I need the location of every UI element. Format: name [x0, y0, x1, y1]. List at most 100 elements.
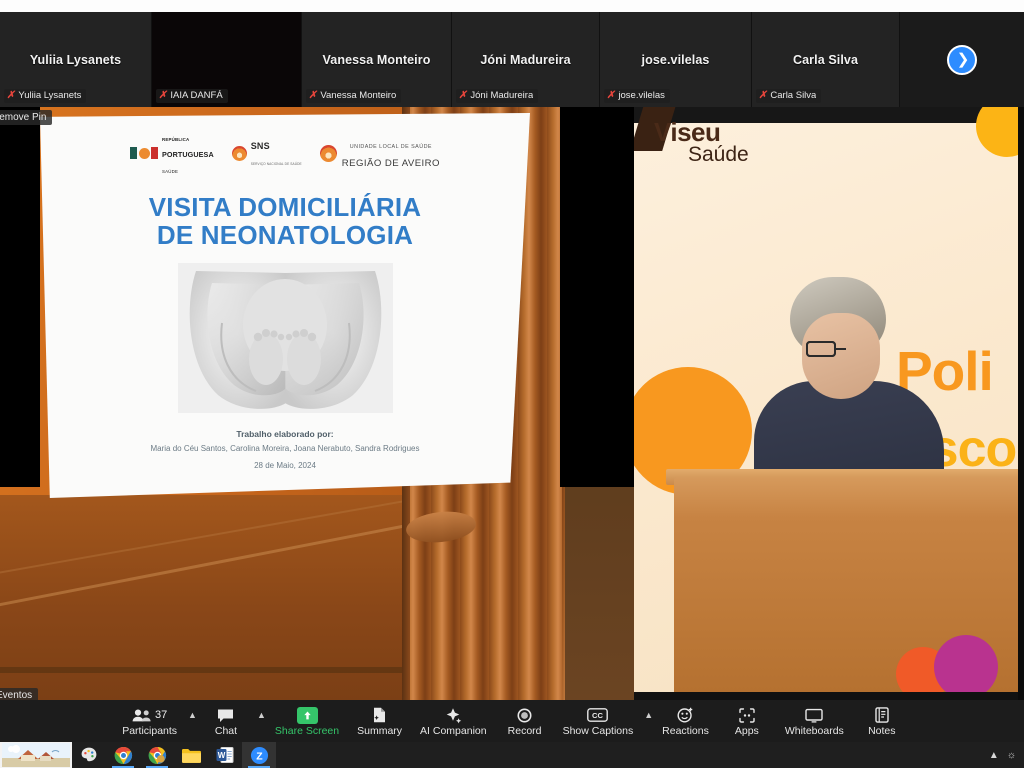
eventos-label[interactable]: Eventos — [0, 688, 39, 700]
zoom-meeting-window: Yuliia Lysanets ✗ Yuliia Lysanets ✗ IAIA… — [0, 0, 1024, 768]
participant-name-badge: ✗ IAIA DANFÁ — [156, 89, 228, 103]
captions-chevron-up-icon[interactable]: ▲ — [644, 710, 653, 720]
speaker-glasses-icon — [806, 341, 880, 357]
participant-badge-name: Yuliia Lysanets — [18, 90, 82, 101]
svg-text:W: W — [218, 751, 226, 760]
mic-muted-icon: ✗ — [757, 89, 769, 101]
apps-grid-glyph — [739, 708, 755, 723]
summary-button[interactable]: Summary — [348, 705, 411, 738]
apps-label: Apps — [734, 724, 759, 737]
participants-chevron-up-icon[interactable]: ▲ — [188, 710, 197, 720]
participant-name-badge: ✗ Yuliia Lysanets — [4, 89, 87, 103]
notebook-glyph — [875, 707, 889, 724]
participant-display-name: Vanessa Monteiro — [322, 52, 431, 67]
smiley-plus-glyph — [677, 708, 693, 723]
file-explorer-button[interactable] — [174, 742, 208, 768]
chrome-icon — [148, 746, 166, 764]
participant-display-name: Carla Silva — [792, 52, 859, 67]
word-app-button[interactable]: W — [208, 742, 242, 768]
apps-button[interactable]: Apps — [718, 705, 776, 738]
sns-flame-icon — [231, 145, 247, 161]
participant-tile[interactable]: ✗ IAIA DANFÁ — [152, 12, 302, 107]
chrome-app-2-button[interactable] — [140, 742, 174, 768]
chat-group: Chat ▲ — [197, 705, 266, 738]
participant-badge-name: IAIA DANFÁ — [170, 90, 223, 101]
record-label: Record — [507, 724, 542, 737]
chrome-icon — [114, 746, 132, 764]
participant-tile[interactable]: jose.vilelas ✗ jose.vilelas — [600, 12, 752, 107]
letterbox-left — [0, 107, 40, 487]
participants-button[interactable]: 37 Participants — [113, 705, 186, 738]
tray-icon[interactable]: ☼ — [1007, 750, 1016, 761]
slide-logo-row: REPÚBLICA PORTUGUESA SAÚDE SNS SERVIÇO N… — [64, 129, 506, 177]
show-hidden-icons-icon[interactable]: ▲ — [989, 750, 999, 761]
mic-muted-icon: ✗ — [5, 89, 17, 101]
record-button[interactable]: Record — [496, 705, 554, 738]
participant-badge-name: Jóni Madureira — [470, 90, 534, 101]
participant-badge-name: jose.vilelas — [618, 90, 665, 101]
participant-filmstrip: Yuliia Lysanets ✗ Yuliia Lysanets ✗ IAIA… — [0, 12, 1024, 107]
slide-title-line-1: VISITA DOMICILIÁRIA — [148, 192, 422, 222]
uls-flame-icon — [319, 144, 337, 162]
windows-taskbar: W Z ▲ ☼ — [0, 742, 1024, 768]
whiteboards-button[interactable]: Whiteboards — [776, 705, 853, 738]
hands-cradling-feet-illustration — [177, 263, 393, 414]
participant-tile[interactable]: Yuliia Lysanets ✗ Yuliia Lysanets — [0, 12, 152, 107]
chrome-app-button[interactable] — [106, 742, 140, 768]
participants-label: Participants — [122, 724, 178, 737]
participants-count: 37 — [154, 709, 168, 722]
chat-chevron-up-icon[interactable]: ▲ — [257, 710, 266, 720]
baby-feet-photo — [177, 263, 393, 414]
slide-title: VISITA DOMICILIÁRIA DE NEONATOLOGIA — [64, 193, 506, 249]
show-captions-button[interactable]: CC Show Captions — [554, 705, 643, 738]
participant-name-badge: ✗ jose.vilelas — [604, 89, 670, 103]
show-captions-label: Show Captions — [562, 724, 634, 737]
meeting-toolbar: 37 Participants ▲ Chat ▲ Share Screen Su… — [0, 700, 1024, 742]
participant-tile[interactable]: Jóni Madureira ✗ Jóni Madureira — [452, 12, 600, 107]
participant-badge-name: Carla Silva — [770, 90, 817, 101]
zoom-icon: Z — [250, 746, 268, 764]
participant-display-name: Jóni Madureira — [480, 52, 571, 67]
republica-portuguesa-logo: REPÚBLICA PORTUGUESA SAÚDE — [130, 129, 214, 177]
paint-app-button[interactable] — [72, 742, 106, 768]
participant-tile[interactable]: Vanessa Monteiro ✗ Vanessa Monteiro — [302, 12, 452, 107]
reactions-label: Reactions — [662, 724, 709, 737]
chat-button[interactable]: Chat — [197, 705, 255, 738]
ai-companion-button[interactable]: AI Companion — [411, 705, 496, 738]
whiteboard-icon — [805, 707, 824, 724]
uls-line-1: UNIDADE LOCAL DE SAÚDE — [349, 144, 432, 150]
camera-letterbox-bottom — [634, 692, 1024, 700]
sns-logo: SNS SERVIÇO NACIONAL DE SAÚDE — [231, 137, 302, 169]
zoom-app-button[interactable]: Z — [242, 742, 276, 768]
remove-pin-button[interactable]: Remove Pin — [0, 110, 53, 125]
mic-muted-icon: ✗ — [605, 89, 617, 101]
participant-badge-name: Vanessa Monteiro — [320, 90, 397, 101]
reactions-button[interactable]: Reactions — [653, 705, 718, 738]
landscape-thumbnail-icon — [2, 743, 70, 767]
mic-muted-icon: ✗ — [157, 89, 169, 101]
filmstrip-next-page-button[interactable]: ❯ — [900, 12, 1024, 107]
speaker-camera-view[interactable]: Viseu Saúde Poli Esco P S — [634, 107, 1024, 700]
share-screen-button[interactable]: Share Screen — [266, 705, 348, 738]
notes-button[interactable]: Notes — [853, 705, 911, 738]
logo-line-2: PORTUGUESA — [162, 150, 214, 159]
record-icon — [517, 707, 532, 724]
credits-label: Trabalho elaborado por: — [236, 429, 334, 440]
shared-screen-slide[interactable]: REPÚBLICA PORTUGUESA SAÚDE SNS SERVIÇO N… — [40, 113, 530, 498]
participant-name-badge: ✗ Carla Silva — [756, 89, 822, 103]
participant-tile[interactable]: Carla Silva ✗ Carla Silva — [752, 12, 900, 107]
chat-icon — [217, 707, 234, 724]
participants-group: 37 Participants ▲ — [113, 705, 197, 738]
uls-aveiro-logo: UNIDADE LOCAL DE SAÚDE REGIÃO DE AVEIRO — [319, 135, 440, 171]
share-screen-icon — [296, 706, 318, 724]
auditorium-camera-view[interactable]: REPÚBLICA PORTUGUESA SAÚDE SNS SERVIÇO N… — [0, 107, 634, 700]
ai-companion-label: AI Companion — [420, 724, 487, 737]
desktop-thumbnail[interactable] — [0, 742, 72, 768]
main-video-stage: REPÚBLICA PORTUGUESA SAÚDE SNS SERVIÇO N… — [0, 107, 1024, 700]
chat-label: Chat — [214, 724, 238, 737]
ai-companion-icon — [444, 707, 462, 724]
participant-name-badge: ✗ Jóni Madureira — [456, 89, 539, 103]
slide-surface: REPÚBLICA PORTUGUESA SAÚDE SNS SERVIÇO N… — [40, 113, 530, 498]
svg-text:Z: Z — [256, 751, 263, 762]
reactions-icon — [677, 707, 694, 724]
